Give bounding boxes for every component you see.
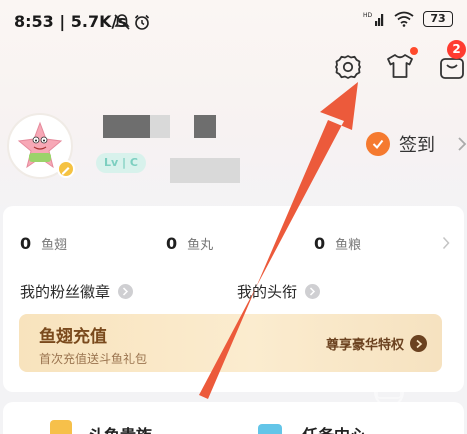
baidu-jingyan-watermark — [357, 377, 453, 422]
network-label: HD — [363, 12, 373, 19]
userid-redacted — [170, 158, 240, 183]
stat-yuchi[interactable]: 0 鱼翅 — [20, 234, 67, 253]
checkin-label: 签到 — [399, 135, 435, 156]
my-title-label: 我的头衔 — [237, 283, 298, 301]
status-time: 8:53 | 5.7K/s — [14, 12, 127, 31]
privilege-button[interactable]: 尊享豪华特权 — [326, 334, 427, 353]
noble-icon — [50, 420, 72, 434]
stat-unit: 鱼粮 — [335, 238, 362, 253]
stat-unit: 鱼丸 — [187, 238, 214, 253]
check-icon — [366, 132, 390, 156]
fan-badge-link[interactable]: 我的粉丝徽章 — [20, 281, 134, 302]
mute-icon — [114, 14, 130, 30]
fan-badge-label: 我的粉丝徽章 — [20, 283, 111, 301]
checkin-button[interactable]: 签到 — [366, 131, 435, 157]
signal-icon: HD — [363, 12, 384, 26]
username-redacted-light — [150, 115, 170, 138]
tshirt-icon[interactable] — [385, 52, 415, 80]
chevron-right-icon[interactable] — [442, 236, 450, 250]
wardrobe-notification-dot — [410, 47, 418, 55]
chevron-right-icon[interactable] — [457, 136, 467, 152]
recharge-subtitle: 首次充值送斗鱼礼包 — [39, 352, 148, 366]
chevron-right-icon — [305, 284, 321, 299]
battery-indicator: 73 — [423, 11, 453, 27]
username-redacted-2 — [194, 115, 216, 138]
stat-unit: 鱼翅 — [41, 238, 68, 253]
stat-value: 0 — [314, 234, 326, 253]
recharge-banner[interactable]: 鱼翅充值 首次充值送斗鱼礼包 尊享豪华特权 — [19, 314, 442, 372]
chevron-right-icon — [410, 335, 427, 352]
recharge-title: 鱼翅充值 — [39, 327, 107, 347]
gear-icon[interactable] — [334, 53, 362, 81]
noble-label[interactable]: 斗鱼贵族 — [88, 422, 152, 434]
my-title-link[interactable]: 我的头衔 — [237, 281, 321, 302]
wifi-icon — [394, 11, 414, 27]
level-pill: Lv | C — [96, 153, 146, 173]
pencil-icon — [62, 167, 70, 175]
task-icon — [258, 424, 282, 434]
privilege-label: 尊享豪华特权 — [325, 338, 404, 353]
stat-yuliang[interactable]: 0 鱼粮 — [314, 234, 361, 253]
stat-value: 0 — [20, 234, 32, 253]
stat-yuwan[interactable]: 0 鱼丸 — [166, 234, 213, 253]
alarm-icon — [134, 14, 150, 30]
stat-value: 0 — [166, 234, 178, 253]
edit-badge[interactable] — [57, 160, 75, 178]
chevron-right-icon — [118, 284, 134, 299]
message-count-badge: 2 — [447, 40, 466, 59]
